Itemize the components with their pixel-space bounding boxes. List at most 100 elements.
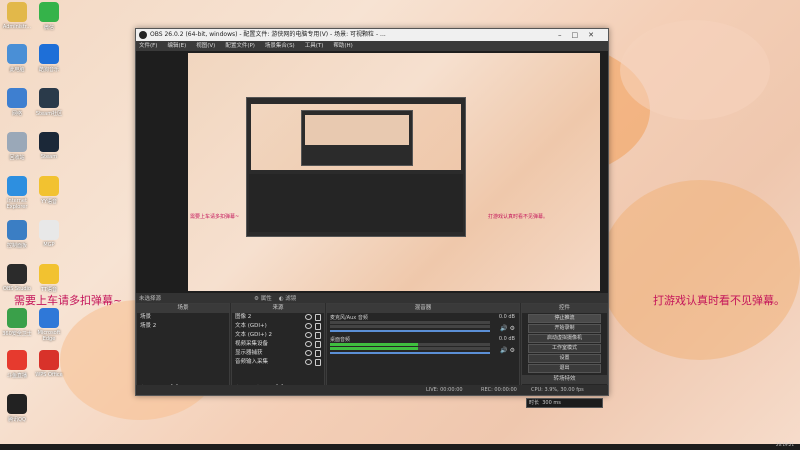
- desktop-icon[interactable]: 网络: [2, 88, 32, 117]
- visibility-eye-icon[interactable]: [305, 323, 312, 329]
- menu-bar: 文件(F) 编辑(E) 视图(V) 配置文件(P) 场景集合(S) 工具(T) 帮助(H): [136, 41, 608, 51]
- app-icon: [7, 350, 27, 370]
- cpu-status: CPU: 3.9%, 30.00 fps: [531, 387, 584, 393]
- source-label: 文本 (GDI+) 2: [235, 332, 273, 338]
- gear-icon[interactable]: ⚙: [510, 325, 515, 332]
- menu-item[interactable]: 配置文件(P): [225, 43, 255, 49]
- menu-item[interactable]: 帮助(H): [333, 43, 352, 49]
- obs-window[interactable]: OBS 26.0.2 (64-bit, windows) - 配置文件: 游侠网…: [135, 28, 609, 408]
- source-item[interactable]: 文本 (GDI+) 2: [232, 331, 324, 340]
- control-button[interactable]: 停止推流: [528, 314, 601, 323]
- desktop-icon[interactable]: 斗鱼直播: [2, 350, 32, 379]
- speaker-icon[interactable]: 🔊: [500, 347, 507, 354]
- maximize-icon[interactable]: □: [572, 31, 589, 39]
- desktop-icon[interactable]: OBS Studio: [2, 264, 32, 292]
- meter-level: [330, 343, 418, 346]
- app-icon: [39, 44, 59, 64]
- volume-meter: [330, 325, 490, 328]
- live-status: LIVE: 00:00:00: [426, 387, 463, 393]
- properties-button[interactable]: ⚙ 属性: [254, 296, 272, 302]
- lock-icon[interactable]: [315, 323, 321, 330]
- nested-preview: [251, 104, 461, 170]
- source-label: 文本 (GDI+): [235, 323, 267, 329]
- desktop-icon[interactable]: TT语音: [34, 264, 64, 293]
- scene-item[interactable]: 场景: [137, 313, 229, 322]
- desktop-icon[interactable]: Internet Explorer: [2, 176, 32, 210]
- desktop-icon-label: YY语音: [40, 199, 58, 205]
- taskbar[interactable]: 20:19:21: [0, 442, 800, 450]
- speaker-icon[interactable]: 🔊: [500, 325, 507, 332]
- desktop-icon[interactable]: Steam社区: [34, 88, 64, 117]
- source-item[interactable]: 文本 (GDI+): [232, 322, 324, 331]
- source-item[interactable]: 图像 2: [232, 313, 324, 322]
- lock-icon[interactable]: [315, 350, 321, 357]
- desktop-icon-label: 360安全卫士: [2, 331, 32, 337]
- visibility-eye-icon[interactable]: [305, 359, 312, 365]
- preview-overlay-right: 打游戏认真时看不见弹幕。: [488, 214, 549, 220]
- filters-button[interactable]: ◐ 滤镜: [279, 296, 297, 302]
- app-icon: [7, 176, 27, 196]
- control-button[interactable]: 设置: [528, 354, 601, 363]
- lock-icon[interactable]: [315, 341, 321, 348]
- desktop-icon[interactable]: Microsoft Edge: [34, 308, 64, 342]
- source-item[interactable]: 视频采集设备: [232, 340, 324, 349]
- desktop-icon[interactable]: Administr...: [2, 2, 32, 30]
- control-button[interactable]: 工作室模式: [528, 344, 601, 353]
- mixer-channel-icons[interactable]: 🔊 ⚙: [500, 325, 515, 332]
- control-button[interactable]: 开始录制: [528, 324, 601, 333]
- desktop-icon-label: 酷狗音乐: [38, 67, 59, 73]
- source-item[interactable]: 音频输入采集: [232, 358, 324, 367]
- title-bar[interactable]: OBS 26.0.2 (64-bit, windows) - 配置文件: 游侠网…: [136, 29, 608, 41]
- minimize-icon[interactable]: –: [558, 31, 572, 39]
- desktop-icon-label: 斗鱼直播: [6, 373, 27, 379]
- menu-item[interactable]: 工具(T): [305, 43, 324, 49]
- lock-icon[interactable]: [315, 359, 321, 366]
- visibility-eye-icon[interactable]: [305, 350, 312, 356]
- control-button[interactable]: 启动虚拟摄像机: [528, 334, 601, 343]
- preview-canvas[interactable]: 需要上车请多扣弹幕~ 打游戏认真时看不见弹幕。: [188, 53, 600, 291]
- desktop-icon[interactable]: YY语音: [34, 176, 64, 205]
- channel-db: 0.0 dB: [498, 314, 515, 320]
- desktop-icon-label: Steam社区: [35, 111, 63, 117]
- mixer-channel-icons[interactable]: 🔊 ⚙: [500, 347, 515, 354]
- lock-icon[interactable]: [315, 332, 321, 339]
- preview-overlay-left: 需要上车请多扣弹幕~: [190, 214, 240, 220]
- desktop-icon[interactable]: 360安全卫士: [2, 308, 32, 337]
- gear-icon[interactable]: ⚙: [510, 347, 515, 354]
- menu-item[interactable]: 视图(V): [196, 43, 215, 49]
- desktop-icon[interactable]: 酷狗音乐: [34, 44, 64, 73]
- volume-meter: [330, 343, 490, 346]
- desktop-icon[interactable]: 回收站: [2, 132, 32, 161]
- desktop-icon[interactable]: 此电脑: [2, 44, 32, 73]
- close-icon[interactable]: ✕: [588, 31, 604, 39]
- status-bar: LIVE: 00:00:00 REC: 00:00:00 CPU: 3.9%, …: [136, 385, 608, 395]
- desktop-icon[interactable]: 微信: [34, 2, 64, 31]
- volume-slider[interactable]: [330, 352, 490, 354]
- visibility-eye-icon[interactable]: [305, 341, 312, 347]
- menu-item[interactable]: 编辑(E): [167, 43, 186, 49]
- desktop-icon[interactable]: WPS Office: [34, 350, 64, 378]
- volume-slider[interactable]: [330, 330, 490, 332]
- sources-panel: 来源 图像 2 文本 (GDI+) 文本 (GDI+) 2 视频采集设备 显示器捕获 音频…: [231, 303, 325, 395]
- source-item[interactable]: 显示器捕获: [232, 349, 324, 358]
- source-label: 视频采集设备: [235, 341, 269, 347]
- control-button[interactable]: 退出: [528, 364, 601, 373]
- no-source-label: 未选择源: [139, 296, 162, 302]
- controls-header: 控件: [522, 304, 607, 313]
- desktop-icon[interactable]: 腾讯QQ: [2, 394, 32, 423]
- window-controls[interactable]: –□✕: [558, 29, 604, 41]
- visibility-eye-icon[interactable]: [305, 314, 312, 320]
- nested-docks: [249, 174, 463, 232]
- scene-item[interactable]: 场景 2: [137, 322, 229, 331]
- preview-area[interactable]: 需要上车请多扣弹幕~ 打游戏认真时看不见弹幕。: [136, 51, 608, 293]
- menu-item[interactable]: 场景集合(S): [265, 43, 295, 49]
- desktop-icon[interactable]: MGP: [34, 220, 64, 248]
- desktop-icon-label: 网络: [11, 111, 22, 117]
- menu-item[interactable]: 文件(F): [139, 43, 157, 49]
- desktop-icon[interactable]: Steam: [34, 132, 64, 160]
- app-icon: [7, 88, 27, 108]
- duration-field[interactable]: 时长 300 ms: [526, 398, 603, 408]
- lock-icon[interactable]: [315, 314, 321, 321]
- desktop-icon[interactable]: 控制面板: [2, 220, 32, 249]
- visibility-eye-icon[interactable]: [305, 332, 312, 338]
